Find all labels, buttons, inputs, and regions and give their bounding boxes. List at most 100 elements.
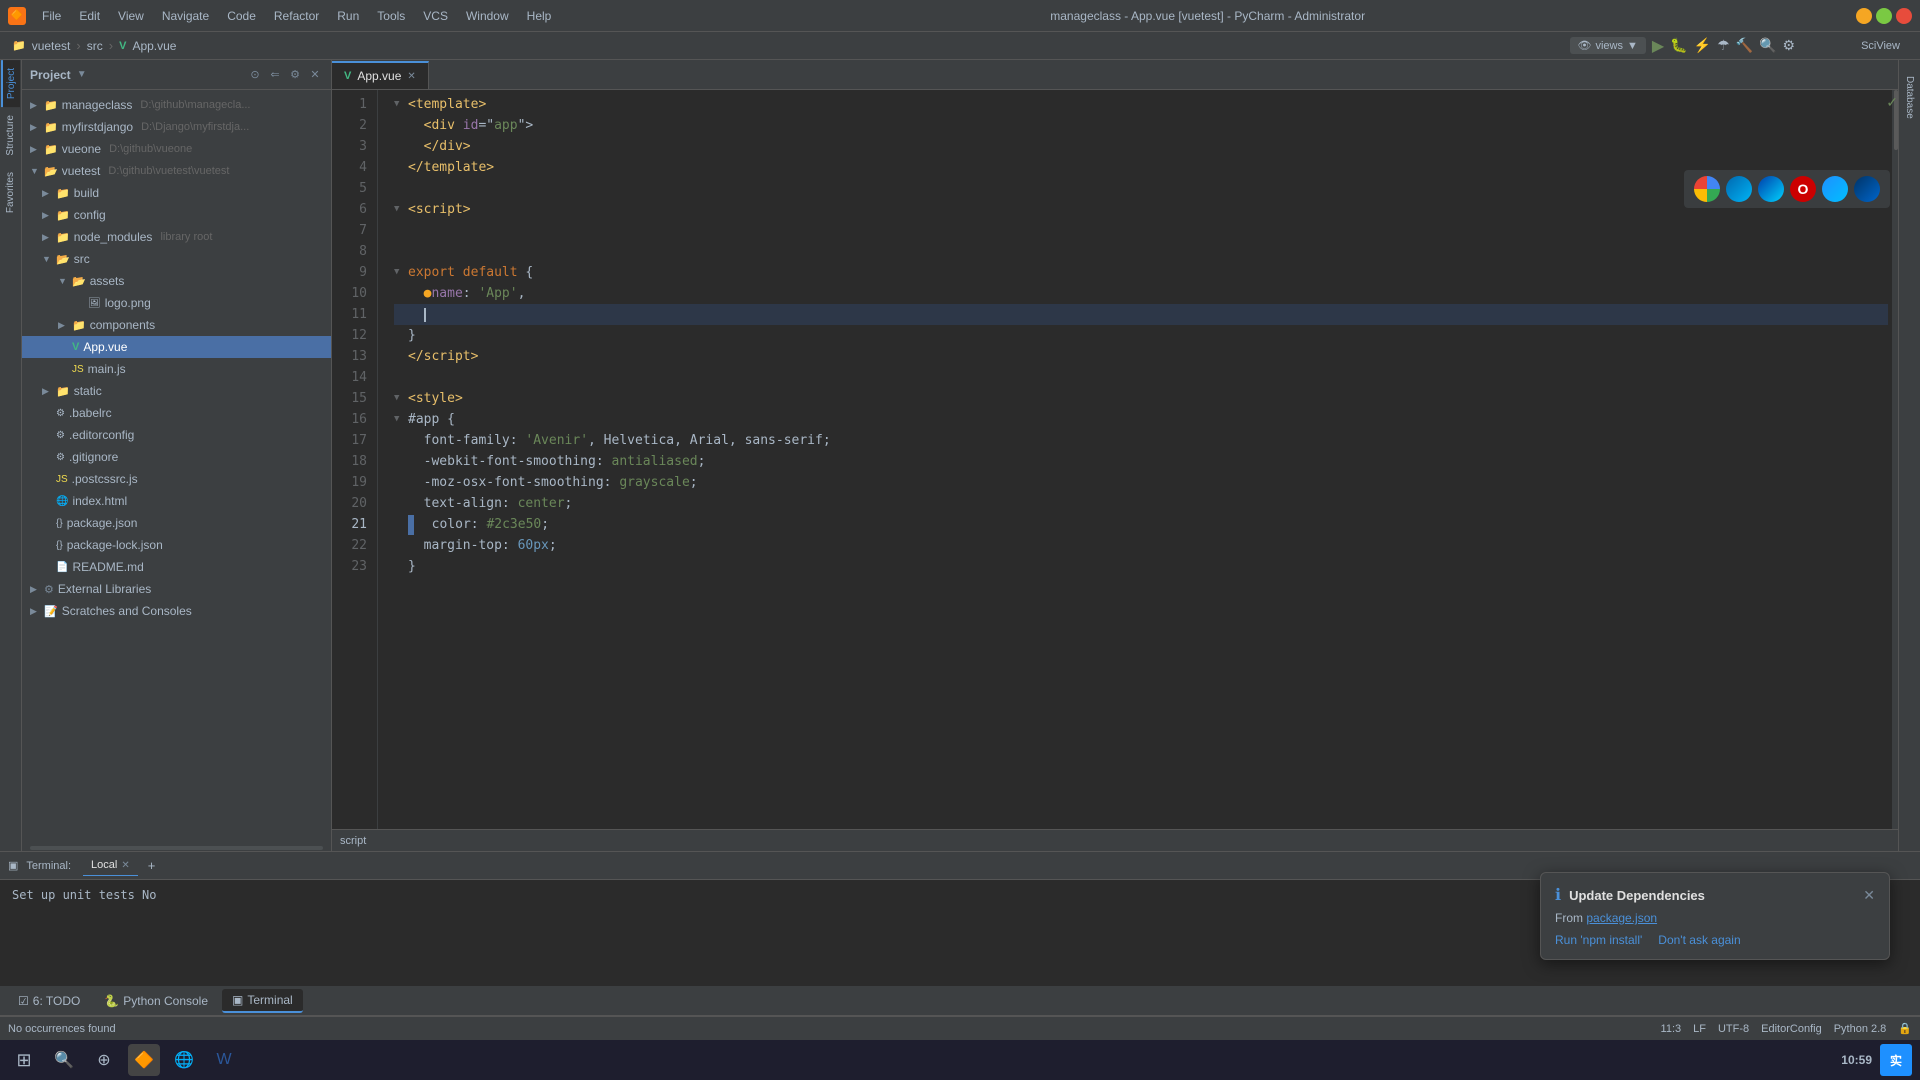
ie-icon[interactable] [1822,176,1848,202]
dont-ask-again-button[interactable]: Don't ask again [1658,933,1740,947]
tree-manageclass[interactable]: ▶ 📁 manageclass D:\github\managecla... [22,94,331,116]
notification-close-button[interactable]: ✕ [1863,887,1875,904]
settings-button[interactable]: ⚙ [1783,37,1796,54]
menu-tools[interactable]: Tools [369,5,413,27]
tree-editorconfig[interactable]: ▶ ⚙ .editorconfig [22,424,331,446]
menu-code[interactable]: Code [219,5,264,27]
notif-link[interactable]: package.json [1586,911,1657,925]
build-button[interactable]: 🔨 [1736,37,1753,54]
run-npm-install-button[interactable]: Run 'npm install' [1555,933,1642,947]
code-content[interactable]: ▼ <template> <div id="app"> </div> </tem [378,90,1888,829]
fold-arrow[interactable]: ▼ [394,94,404,115]
terminal-tab-local[interactable]: Local ✕ [83,855,138,876]
tree-components[interactable]: ▶ 📁 components [22,314,331,336]
tab-terminal[interactable]: ▣ Terminal [222,989,303,1013]
edge-icon[interactable] [1726,176,1752,202]
fold-arrow[interactable]: ▼ [394,409,404,430]
tree-index-html[interactable]: ▶ 🌐 index.html [22,490,331,512]
sidebar-favorites-label[interactable]: Favorites [2,164,19,221]
tree-main-js[interactable]: ▶ JS main.js [22,358,331,380]
profile-button[interactable]: ⚡ [1694,37,1711,54]
scroll-to-current-button[interactable]: ⊙ [247,67,263,83]
tree-assets[interactable]: ▼ 📂 assets [22,270,331,292]
debug-button[interactable]: 🐛 [1670,37,1687,54]
bulb-icon[interactable]: ● [424,283,432,304]
fold-arrow [394,304,404,325]
file-schema[interactable]: EditorConfig [1761,1023,1822,1035]
maximize-button[interactable]: □ [1876,8,1892,24]
search-everywhere-button[interactable]: 🔍 [1759,37,1776,54]
taskbar-pycharm[interactable]: 🔶 [128,1044,160,1076]
hide-panel-button[interactable]: ✕ [307,67,323,83]
menu-refactor[interactable]: Refactor [266,5,327,27]
breadcrumb-src[interactable]: src [87,39,103,53]
line-ending[interactable]: LF [1693,1023,1706,1035]
tree-package-json[interactable]: ▶ {} package.json [22,512,331,534]
menu-navigate[interactable]: Navigate [154,5,217,27]
code-token: ; [565,493,573,514]
taskbar-weather[interactable]: 实 [1880,1044,1912,1076]
chrome-icon[interactable] [1694,176,1720,202]
tab-app-vue[interactable]: V App.vue ✕ [332,61,429,89]
tree-myfirstdjango[interactable]: ▶ 📁 myfirstdjango D:\Django\myfirstdja..… [22,116,331,138]
run-config-selector[interactable]: 👁 views ▼ [1570,37,1646,54]
sidebar-project-label[interactable]: Project [1,60,20,107]
tree-static[interactable]: ▶ 📁 static [22,380,331,402]
menu-window[interactable]: Window [458,5,517,27]
sidebar-structure-label[interactable]: Structure [2,107,19,164]
firefox-icon[interactable] [1758,176,1784,202]
fold-arrow[interactable]: ▼ [394,262,404,283]
tree-node-modules[interactable]: ▶ 📁 node_modules library root [22,226,331,248]
opera-icon[interactable]: O [1790,176,1816,202]
tree-src[interactable]: ▼ 📂 src [22,248,331,270]
sciview-button[interactable]: SciView [1861,40,1900,52]
cursor-position[interactable]: 11:3 [1661,1023,1682,1035]
sidebar-database-label[interactable]: Database [1902,68,1917,127]
other-browser-icon[interactable] [1854,176,1880,202]
fold-arrow[interactable]: ▼ [394,388,404,409]
taskbar-task-view-button[interactable]: ⊕ [88,1044,120,1076]
run-button[interactable]: ▶ [1652,36,1664,56]
breadcrumb-vuetest[interactable]: vuetest [32,39,71,53]
python-version[interactable]: Python 2.8 [1834,1023,1887,1035]
coverage-button[interactable]: ☂ [1717,37,1730,54]
tree-build[interactable]: ▶ 📁 build [22,182,331,204]
tree-scratches-consoles[interactable]: ▶ 📝 Scratches and Consoles [22,600,331,622]
tab-todo[interactable]: ☑ 6: TODO [8,990,90,1012]
tree-readme[interactable]: ▶ 📄 README.md [22,556,331,578]
menu-view[interactable]: View [110,5,152,27]
menu-vcs[interactable]: VCS [415,5,456,27]
tab-python-console[interactable]: 🐍 Python Console [94,990,218,1012]
tree-package-lock-json[interactable]: ▶ {} package-lock.json [22,534,331,556]
fold-arrow[interactable]: ▼ [394,199,404,220]
menu-help[interactable]: Help [519,5,560,27]
tree-vuetest[interactable]: ▼ 📂 vuetest D:\github\vuetest\vuetest [22,160,331,182]
breadcrumb-appvue[interactable]: App.vue [132,39,176,53]
tab-close-button[interactable]: ✕ [407,71,415,82]
close-button[interactable]: ✕ [1896,8,1912,24]
taskbar-chrome[interactable]: 🌐 [168,1044,200,1076]
taskbar-search-button[interactable]: 🔍 [48,1044,80,1076]
minimize-button[interactable]: ─ [1856,8,1872,24]
menu-edit[interactable]: Edit [71,5,108,27]
menu-run[interactable]: Run [329,5,367,27]
tree-vueone[interactable]: ▶ 📁 vueone D:\github\vueone [22,138,331,160]
config-icon: ⚙ [56,452,65,463]
project-settings-button[interactable]: ⚙ [287,67,303,83]
tree-app-vue[interactable]: ▶ V App.vue [22,336,331,358]
tab-close-icon[interactable]: ✕ [121,860,129,871]
tree-external-libraries[interactable]: ▶ ⚙ External Libraries [22,578,331,600]
tree-gitignore[interactable]: ▶ ⚙ .gitignore [22,446,331,468]
taskbar-word[interactable]: W [208,1044,240,1076]
tree-postcssrc[interactable]: ▶ JS .postcssrc.js [22,468,331,490]
code-line-21: color: #2c3e50; [394,514,1888,535]
windows-start-button[interactable]: ⊞ [8,1044,40,1076]
menu-file[interactable]: File [34,5,69,27]
encoding[interactable]: UTF-8 [1718,1023,1749,1035]
new-terminal-button[interactable]: + [142,856,162,875]
collapse-all-button[interactable]: ⇐ [267,67,283,83]
tree-babelrc[interactable]: ▶ ⚙ .babelrc [22,402,331,424]
tree-logo-png[interactable]: ▶ 🖼 logo.png [22,292,331,314]
tree-config[interactable]: ▶ 📁 config [22,204,331,226]
tree-label: main.js [88,362,126,376]
